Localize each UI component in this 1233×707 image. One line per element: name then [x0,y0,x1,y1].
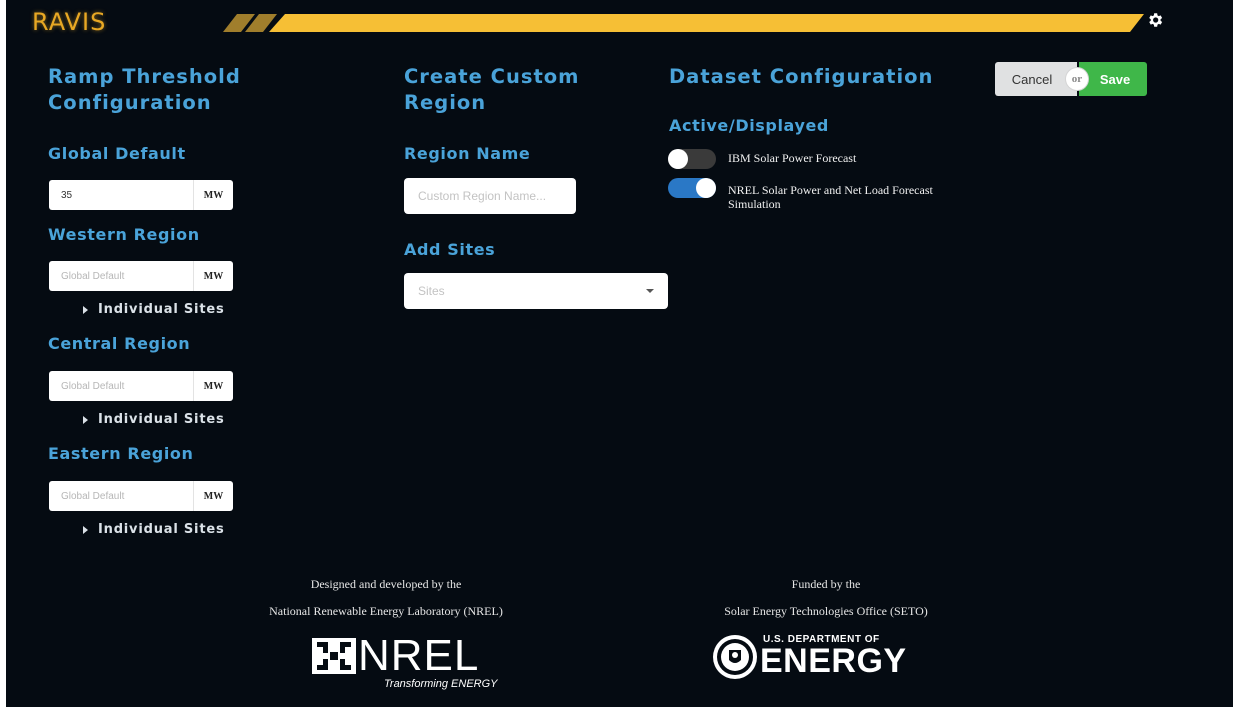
region-name-input[interactable]: Custom Region Name... [404,178,576,214]
cancel-button[interactable]: Cancel [995,62,1077,96]
settings-gear-icon[interactable] [1146,11,1164,29]
custom-region-title: Create Custom Region [404,65,580,114]
sites-placeholder: Sites [418,284,445,298]
central-region-placeholder: Global Default [61,380,125,392]
header-accent-bar [223,14,1144,32]
nrel-tagline: Transforming ENERGY [384,678,498,690]
footer-nrel-name: National Renewable Energy Laboratory (NR… [269,604,503,618]
footer-designed-by: Designed and developed by the [310,577,462,591]
eastern-individual-sites-toggle[interactable]: Individual Sites [83,522,225,537]
unit-label: MW [193,371,233,401]
caret-right-icon [83,305,88,314]
footer-funded-by: Funded by the [791,577,861,591]
western-region-placeholder: Global Default [61,270,125,282]
central-region-input[interactable]: Global Default MW [49,371,233,401]
western-region-label: Western Region [48,225,200,244]
nrel-wordmark: NREL [358,631,480,680]
ibm-dataset-label: IBM Solar Power Forecast [728,151,857,165]
western-region-input[interactable]: Global Default MW [49,261,233,291]
sites-dropdown[interactable]: Sites [404,273,668,309]
individual-sites-label: Individual Sites [98,302,225,317]
add-sites-label: Add Sites [404,240,496,259]
active-displayed-label: Active/Displayed [669,116,829,135]
western-individual-sites-toggle[interactable]: Individual Sites [83,302,225,317]
global-default-value: 35 [61,189,73,201]
caret-right-icon [83,525,88,534]
footer-seto-name: Solar Energy Technologies Office (SETO) [724,604,928,618]
doe-energy-wordmark: ENERGY [760,642,907,680]
nrel-dataset-label: NREL Solar Power and Net Load Forecast S… [728,183,933,211]
app-window: RAVIS Ramp Threshold Configuration Globa… [6,0,1233,707]
central-individual-sites-toggle[interactable]: Individual Sites [83,412,225,427]
region-name-label: Region Name [404,144,531,163]
app-logo: RAVIS [32,8,107,36]
eastern-region-placeholder: Global Default [61,490,125,502]
caret-right-icon [83,415,88,424]
individual-sites-label: Individual Sites [98,522,225,537]
unit-label: MW [193,180,233,210]
ramp-threshold-title: Ramp Threshold Configuration [48,65,241,114]
region-name-placeholder: Custom Region Name... [418,189,547,203]
unit-label: MW [193,261,233,291]
individual-sites-label: Individual Sites [98,412,225,427]
nrel-dataset-toggle[interactable] [668,178,716,198]
central-region-label: Central Region [48,334,191,353]
toggle-knob [696,178,716,198]
nrel-logo-mark-icon [312,638,356,674]
eastern-region-input[interactable]: Global Default MW [49,481,233,511]
unit-label: MW [193,481,233,511]
doe-seal-icon [713,635,757,679]
eastern-region-label: Eastern Region [48,444,194,463]
toggle-knob [668,149,688,169]
global-default-input[interactable]: 35 MW [49,180,233,210]
dataset-config-title: Dataset Configuration [669,65,934,88]
ibm-dataset-toggle[interactable] [668,149,716,169]
global-default-label: Global Default [48,144,186,163]
or-divider-badge: or [1066,68,1088,90]
dropdown-arrow-icon [646,289,654,293]
save-button[interactable]: Save [1079,62,1147,96]
